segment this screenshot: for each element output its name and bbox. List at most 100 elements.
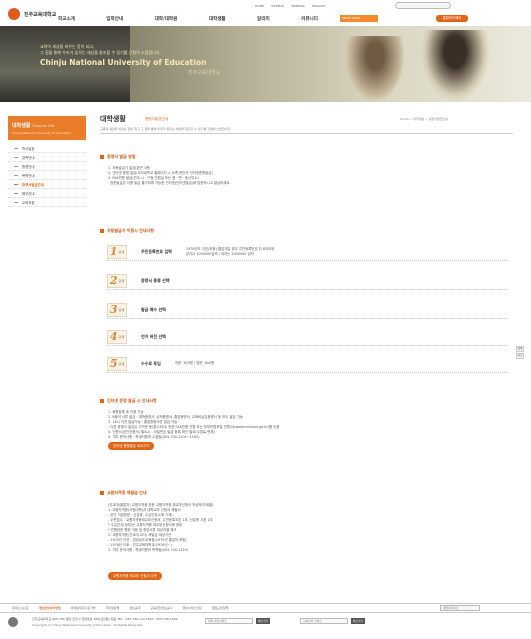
footer-link-copyright[interactable]: 저작권정책 [106,606,120,610]
footer-link-disclosure[interactable]: 정보공개 [129,606,140,610]
step-label: 발급 매수 선택 [141,306,166,312]
sidebar-menu: 학사일정 장학안내 증명안내 복학안내 증명서발급안내 병무안내 교육과정 [8,144,86,207]
global-nav: 학교소개 입학안내 대학/대학원 대학생활 알리미 커뮤니티 [58,16,318,22]
step-number: 4 단계 [107,329,127,344]
top-header: 진주교육대학교 HOME SITEMAP WEBMAIL ENGLISH 학교소… [0,0,531,26]
menu-links-select[interactable]: MENU LINKS [340,15,378,22]
section-header-issue: 증명서 발급 방법 [100,154,136,160]
zoom-in-button[interactable]: 확대 [516,346,524,352]
sidebar-item-label: 복학안내 [22,173,35,178]
step-note: 국문: 300원 / 영문: 600원 [174,361,215,365]
section-title: 자동발급기 이용시 안내사항 [107,228,154,233]
sidebar-item-scholarship[interactable]: 장학안내 [8,153,86,162]
sidebar-item-schedule[interactable]: 학사일정 [8,144,86,153]
bullet-icon [14,183,18,185]
page-subtitle: 증명서발급안내 [145,117,169,121]
issue-method-list: 1. 자동발급기 발급(본관 1층) 2. 인터넷 증명 발급(우리대학교 홈페… [108,166,231,186]
page-title: 대학생활 [100,115,126,123]
teacher-form-download-button[interactable]: 교원자격증 재교부 신청서 다운 [108,572,162,580]
step-label: 언어 버전 선택 [141,333,166,339]
hero-line-2: 그 힘을 통해 우리가 꿈꾸는 세상을 창조할 수 있기를 간절히 소망합니다. [40,50,161,55]
footer-link-privacy[interactable]: 개인정보처리방침 [39,606,61,610]
zoom-out-button[interactable]: 축소 [516,353,524,359]
related-site-select[interactable]: 대학 관련사이트 [205,618,253,624]
section-bullet-icon [100,399,104,403]
online-cert-link-button[interactable]: 인터넷 증명발급 바로가기 [108,442,155,450]
kiosk-step: 4 단계 언어 버전 선택 [107,328,507,346]
bullet-icon [14,165,18,167]
step-number: 2 단계 [107,273,127,288]
footer-copyright: Copyright (c) Chinju National University… [32,623,144,627]
footer-link-charter[interactable]: 행정서비스헌장 [182,606,201,610]
bullet-icon [14,201,18,203]
kiosk-step: 5 단계 수수료 투입 국문: 300원 / 영문: 600원 [107,355,507,373]
step-number: 5 단계 [107,356,127,371]
page-description: 교육의 세상을 바꾸는 힘이 되고 그 힘을 통해 우리가 꿈꾸는 세상을 창조… [100,127,232,131]
search-input[interactable] [395,2,451,9]
sidebar-title-box: 대학생활 Campus Life Chinju National Univers… [8,116,86,140]
step-note: 1978년도 이전(포함) 졸업자일 경우 주민등록번호 뒤 6자리와 같거나 1… [185,246,275,256]
step-number: 3 단계 [107,302,127,317]
sidebar-item-return[interactable]: 복학안내 [8,171,86,180]
logo-emblem-icon [8,8,20,20]
section-title: 인터넷 증명 발급 시 안내사항 [107,398,157,403]
footer-link-email-policy[interactable]: 이메일무단수집거부 [71,606,96,610]
util-english-link[interactable]: ENGLISH [312,4,325,8]
sidebar-item-label: 증명안내 [22,164,35,169]
hero-student-image-2 [420,30,490,102]
sidebar-item-military[interactable]: 병무안내 [8,189,86,198]
hero-title: Chinju National University of Education [40,58,207,67]
sidebar-item-label: 교육과정 [22,200,35,205]
utility-links: HOME SITEMAP WEBMAIL ENGLISH [255,4,325,8]
sidebar-item-label: 장학안내 [22,155,35,160]
university-logo[interactable]: 진주교육대학교 [8,8,56,20]
util-webmail-link[interactable]: WEBMAIL [291,4,305,8]
gnb-admission[interactable]: 입학안내 [106,16,123,22]
step-label: 주민등록번호 입력 [141,248,172,254]
section-bullet-icon [100,155,104,159]
gnb-campus-life[interactable]: 대학생활 [209,16,226,22]
breadcrumb: Home > 대학생활 > 증명서발급안내 [400,117,449,121]
bullet-icon [14,192,18,194]
footer-link-accessibility[interactable]: 웹접근성정책 [212,606,229,610]
step-number: 1 단계 [107,244,127,259]
section-title: 증명서 발급 방법 [107,154,136,159]
sidebar-subtitle: Chinju National University of Education [12,131,71,135]
section-header-online: 인터넷 증명 발급 시 안내사항 [100,398,157,404]
util-sitemap-link[interactable]: SITEMAP [271,4,284,8]
bullet-icon [14,156,18,158]
hero-text: 교육이 세상을 바꾸는 힘이 되고, 그 힘을 통해 우리가 꿈꾸는 세상을 창… [40,44,220,76]
footer-link-edu-info[interactable]: 교육관련정보공시 [150,606,172,610]
sidebar-item-cert-issue[interactable]: 증명서발급안내 [8,180,86,189]
footer-nav: 찾아오시는길 개인정보처리방침 이메일무단수집거부 저작권정책 정보공개 교육관… [0,603,531,613]
sidebar-item-label: 증명서발급안내 [22,182,44,187]
online-notice-list: 1. 회원등록 후 이용 가능 2. 8종의 서류 발급 : 재학증명서, 성적… [108,410,279,440]
sidebar-item-certificate[interactable]: 증명안내 [8,162,86,171]
gnb-about[interactable]: 학교소개 [58,16,75,22]
edu-site-select[interactable]: 교육관련 사이트 [300,618,348,624]
footer-link-directions[interactable]: 찾아오시는길 [12,606,29,610]
list-item: · 방문발급은 이용 발급 불가하며 가능한 인터넷(인터넷발급)에 방문하시고… [108,181,231,185]
sidebar-title: 대학생활 Campus Life [12,123,55,129]
list-item: 3. 기타 문의사항 : 학생지원과 학적팀(055-740-1120) [108,548,189,552]
bullet-icon [14,174,18,176]
util-home-link[interactable]: HOME [255,4,264,8]
sidebar-item-label: 병무안내 [22,191,35,196]
gnb-college[interactable]: 대학/대학원 [155,16,178,22]
edu-site-go-button[interactable]: 바로가기 [351,618,365,624]
kiosk-step: 1 단계 주민등록번호 입력 1978년도 이전(포함) 졸업자일 경우 주민등록… [107,243,507,261]
gnb-community[interactable]: 커뮤니티 [301,16,318,22]
related-site-go-button[interactable]: 바로가기 [256,618,270,624]
kiosk-step: 3 단계 발급 매수 선택 [107,301,507,319]
hero-student-image [345,36,405,102]
family-site-select[interactable]: 패밀리사이트 [440,605,480,611]
bullet-icon [14,147,18,149]
gnb-alimi[interactable]: 알리미 [257,16,270,22]
hero-subtitle: 진주교육대학교 [188,70,221,76]
list-item: 5. 기타 문의사항 : 학생지원과 수업팀(055-740-1101~1162… [108,435,200,439]
section-bullet-icon [100,229,104,233]
zoom-controls: 확대 축소 [516,346,524,360]
mypage-button[interactable]: 통합마이페이 [436,15,468,22]
sidebar-item-label: 학사일정 [22,146,35,151]
sidebar-item-curriculum[interactable]: 교육과정 [8,198,86,207]
